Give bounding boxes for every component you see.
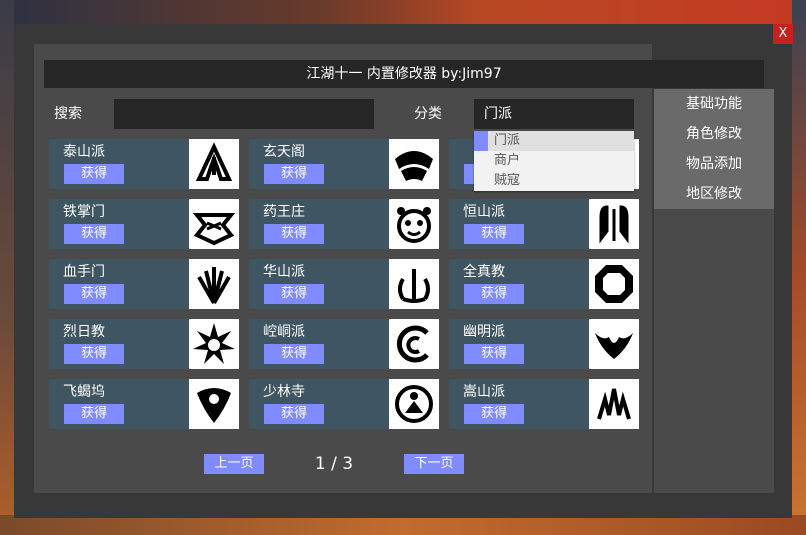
close-button[interactable]: X: [773, 24, 793, 44]
obtain-button[interactable]: 获得: [264, 284, 324, 304]
obtain-button[interactable]: 获得: [64, 164, 124, 184]
obtain-button[interactable]: 获得: [64, 284, 124, 304]
sect-card: 全真教 获得: [449, 259, 639, 309]
taishan-emblem-icon: [189, 139, 239, 189]
sect-card: 铁掌门 获得: [49, 199, 239, 249]
youming-emblem-icon: [589, 319, 639, 369]
sect-card: 华山派 获得: [249, 259, 439, 309]
obtain-button[interactable]: 获得: [64, 344, 124, 364]
sect-name: 崆峒派: [263, 324, 305, 340]
shaolin-emblem-icon: [389, 379, 439, 429]
sect-card: 恒山派 获得: [449, 199, 639, 249]
sect-name: 全真教: [463, 264, 505, 280]
obtain-button[interactable]: 获得: [464, 224, 524, 244]
sidebar-item-character[interactable]: 角色修改: [654, 119, 774, 149]
category-option-merchant[interactable]: 商户: [474, 151, 634, 171]
sect-card: 血手门 获得: [49, 259, 239, 309]
background-scene-bottom: [0, 515, 806, 535]
category-option-sect[interactable]: 门派: [474, 131, 634, 151]
sect-card: 烈日教 获得: [49, 319, 239, 369]
sect-name: 华山派: [263, 264, 305, 280]
sect-name: 血手门: [63, 264, 105, 280]
sect-name: 少林寺: [263, 384, 305, 400]
background-scene-right: [792, 0, 806, 535]
kongtong-emblem-icon: [389, 319, 439, 369]
category-label: 分类: [414, 106, 442, 122]
category-dropdown: 门派 商户 贼寇: [474, 131, 634, 191]
yaowang-emblem-icon: [389, 199, 439, 249]
songshan-emblem-icon: [589, 379, 639, 429]
sect-name: 药王庄: [263, 204, 305, 220]
xuantian-emblem-icon: [389, 139, 439, 189]
next-page-button[interactable]: 下一页: [404, 454, 464, 474]
obtain-button[interactable]: 获得: [64, 224, 124, 244]
obtain-button[interactable]: 获得: [464, 344, 524, 364]
category-select[interactable]: 门派: [474, 99, 634, 129]
lieri-emblem-icon: [189, 319, 239, 369]
background-scene-top: [0, 0, 806, 24]
sidebar-item-items[interactable]: 物品添加: [654, 149, 774, 179]
sect-name: 玄天阁: [263, 144, 305, 160]
sect-card: 少林寺 获得: [249, 379, 439, 429]
sidebar-item-region[interactable]: 地区修改: [654, 179, 774, 209]
sect-card: 嵩山派 获得: [449, 379, 639, 429]
obtain-button[interactable]: 获得: [464, 284, 524, 304]
sect-card: 泰山派 获得: [49, 139, 239, 189]
sidebar-item-basic[interactable]: 基础功能: [654, 89, 774, 119]
sect-card: 药王庄 获得: [249, 199, 439, 249]
feixie-emblem-icon: [189, 379, 239, 429]
sect-name: 铁掌门: [63, 204, 105, 220]
sect-card: 玄天阁 获得: [249, 139, 439, 189]
obtain-button[interactable]: 获得: [464, 404, 524, 424]
obtain-button[interactable]: 获得: [264, 404, 324, 424]
selected-marker: [474, 131, 488, 151]
search-label: 搜索: [54, 106, 82, 122]
obtain-button[interactable]: 获得: [64, 404, 124, 424]
sect-card: 飞蝎坞 获得: [49, 379, 239, 429]
sect-name: 烈日教: [63, 324, 105, 340]
sect-name: 嵩山派: [463, 384, 505, 400]
sect-name: 恒山派: [463, 204, 505, 220]
window-title: 江湖十一 内置修改器 by:Jim97: [44, 60, 764, 88]
xueshou-emblem-icon: [189, 259, 239, 309]
sect-name: 泰山派: [63, 144, 105, 160]
hengshan-emblem-icon: [589, 199, 639, 249]
quanzhen-emblem-icon: [589, 259, 639, 309]
obtain-button[interactable]: 获得: [264, 224, 324, 244]
search-input[interactable]: [114, 99, 374, 129]
page-indicator: 1 / 3: [314, 454, 354, 474]
sect-card: 幽明派 获得: [449, 319, 639, 369]
sect-name: 幽明派: [463, 324, 505, 340]
sect-name: 飞蝎坞: [63, 384, 105, 400]
huashan-emblem-icon: [389, 259, 439, 309]
category-option-bandit[interactable]: 贼寇: [474, 171, 634, 191]
obtain-button[interactable]: 获得: [264, 164, 324, 184]
sect-card: 崆峒派 获得: [249, 319, 439, 369]
tiezhang-emblem-icon: [189, 199, 239, 249]
option-label: 门派: [494, 133, 521, 148]
prev-page-button[interactable]: 上一页: [204, 454, 264, 474]
obtain-button[interactable]: 获得: [264, 344, 324, 364]
background-scene-left: [0, 0, 14, 535]
